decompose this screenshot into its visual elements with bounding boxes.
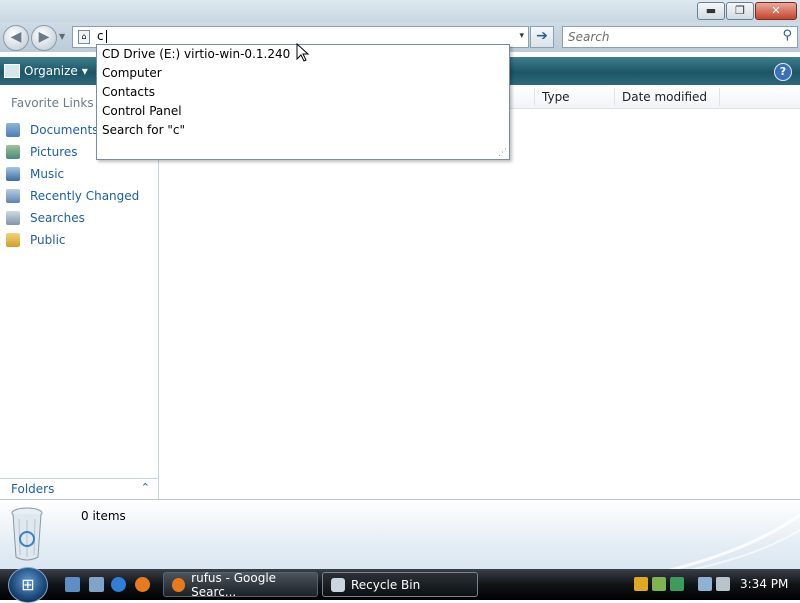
sidebar-item-public[interactable]: Public bbox=[6, 229, 139, 251]
window-controls: ▬ ❐ ✕ bbox=[697, 2, 797, 20]
organize-label: Organize bbox=[24, 64, 78, 78]
autocomplete-item[interactable]: Control Panel bbox=[102, 102, 182, 121]
column-divider[interactable] bbox=[614, 88, 615, 106]
switch-windows-icon[interactable] bbox=[89, 577, 104, 592]
taskbar: ⊞ rufus - Google Searc... Recycle Bin 3:… bbox=[0, 567, 800, 603]
forward-button[interactable]: ▶ bbox=[31, 25, 57, 51]
volume-muted-icon[interactable] bbox=[716, 577, 730, 591]
taskbar-button-label: Recycle Bin bbox=[351, 577, 421, 592]
sidebar-item-music[interactable]: Music bbox=[6, 163, 139, 185]
recycle-bin-icon bbox=[331, 577, 345, 592]
text-caret bbox=[106, 30, 107, 43]
search-placeholder: Search bbox=[568, 30, 610, 44]
sidebar-item-label: Documents bbox=[30, 123, 99, 137]
address-location-icon: ⌂ bbox=[78, 30, 90, 44]
decorative-swoosh bbox=[670, 513, 800, 570]
pictures-icon bbox=[6, 145, 20, 159]
sidebar-item-label: Pictures bbox=[30, 145, 78, 159]
show-desktop-icon[interactable] bbox=[65, 577, 80, 592]
title-bar: ▬ ❐ ✕ bbox=[0, 0, 800, 22]
sidebar-item-searches[interactable]: Searches bbox=[6, 207, 139, 229]
update-icon[interactable] bbox=[670, 577, 684, 591]
magnifier-icon[interactable]: ⚲ bbox=[782, 28, 792, 43]
column-divider[interactable] bbox=[534, 88, 535, 106]
taskbar-button-firefox[interactable]: rufus - Google Searc... bbox=[163, 570, 318, 599]
taskbar-button-label: rufus - Google Searc... bbox=[191, 570, 277, 599]
sidebar-item-label: Public bbox=[30, 233, 66, 247]
public-folder-icon bbox=[6, 233, 20, 247]
column-divider[interactable] bbox=[719, 88, 720, 106]
organize-icon bbox=[4, 64, 20, 78]
address-input[interactable]: c bbox=[97, 29, 104, 43]
go-button[interactable]: ➔ bbox=[530, 26, 554, 48]
sidebar-item-label: Recently Changed bbox=[30, 189, 140, 203]
address-dropdown-button[interactable]: ▾ bbox=[519, 31, 524, 41]
recently-changed-icon bbox=[6, 189, 20, 203]
column-type[interactable]: Type bbox=[542, 90, 570, 104]
documents-icon bbox=[6, 123, 20, 137]
sidebar-item-label: Music bbox=[30, 167, 65, 181]
folders-label: Folders bbox=[11, 482, 55, 496]
chevron-down-icon: ▾ bbox=[81, 64, 88, 78]
search-input[interactable]: Search ⚲ bbox=[562, 26, 798, 48]
mouse-pointer-icon bbox=[296, 43, 310, 62]
autocomplete-item[interactable]: Computer bbox=[102, 64, 162, 83]
chevron-up-icon: ⌃ bbox=[140, 481, 150, 494]
firefox-icon[interactable] bbox=[135, 577, 150, 592]
windows-start-orb-icon[interactable]: ⊞ bbox=[8, 567, 48, 603]
organize-button[interactable]: Organize ▾ bbox=[4, 62, 88, 80]
minimize-button[interactable]: ▬ bbox=[697, 2, 725, 20]
autocomplete-item[interactable]: CD Drive (E:) virtio-win-0.1.240 bbox=[102, 45, 290, 64]
help-button[interactable]: ? bbox=[774, 63, 792, 81]
maximize-button[interactable]: ❐ bbox=[726, 2, 754, 20]
sidebar-item-label: Searches bbox=[30, 211, 85, 225]
resize-grip-icon[interactable]: ⋰ bbox=[498, 148, 507, 158]
firefox-icon bbox=[172, 577, 186, 592]
music-icon bbox=[6, 167, 20, 181]
favorite-links-heading: Favorite Links bbox=[11, 96, 94, 110]
windows-defender-icon[interactable] bbox=[652, 577, 666, 591]
details-pane: 0 items bbox=[0, 499, 800, 570]
back-button[interactable]: ◀ bbox=[3, 25, 29, 51]
item-count: 0 items bbox=[81, 509, 126, 523]
autocomplete-item[interactable]: Contacts bbox=[102, 83, 155, 102]
folders-toggle[interactable]: Folders ⌃ bbox=[0, 478, 159, 499]
recycle-bin-icon bbox=[11, 507, 43, 561]
network-icon[interactable] bbox=[698, 577, 712, 591]
column-date-modified[interactable]: Date modified bbox=[622, 90, 707, 104]
taskbar-button-recycle-bin[interactable]: Recycle Bin bbox=[322, 572, 478, 597]
close-button[interactable]: ✕ bbox=[755, 2, 797, 20]
recent-pages-dropdown[interactable]: ▼ bbox=[59, 32, 65, 41]
clock[interactable]: 3:34 PM bbox=[740, 577, 788, 591]
security-shield-icon[interactable] bbox=[634, 577, 648, 591]
sidebar-item-recently-changed[interactable]: Recently Changed bbox=[6, 185, 139, 207]
searches-icon bbox=[6, 211, 20, 225]
internet-explorer-icon[interactable] bbox=[111, 577, 126, 592]
autocomplete-item[interactable]: Search for "c" bbox=[102, 121, 185, 140]
